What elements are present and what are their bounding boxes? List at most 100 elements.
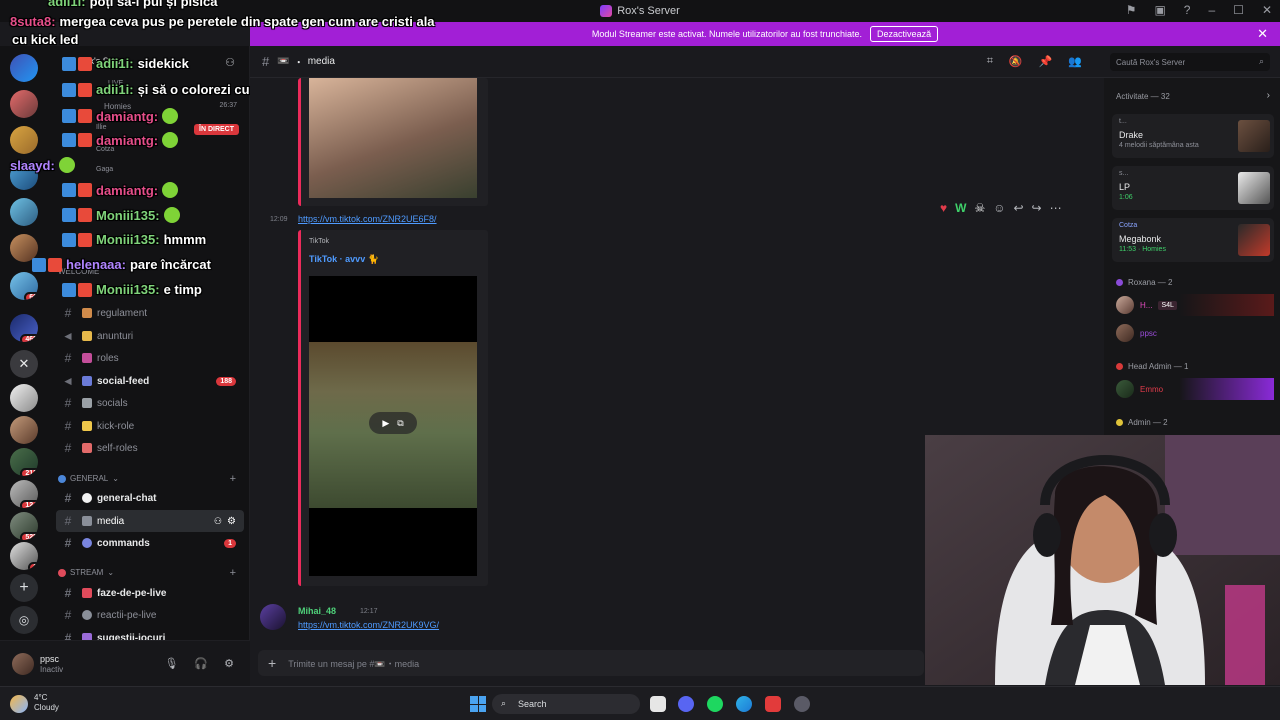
obs-icon[interactable] [794,696,810,712]
megaphone-icon: ◄ [62,329,74,343]
server-icon[interactable] [10,90,38,118]
webcam-feed [925,435,1280,685]
add-channel-icon[interactable]: + [230,473,236,485]
server-icon[interactable] [10,416,38,444]
channel-commands[interactable]: # commands 1 [56,532,244,554]
app-icon[interactable] [765,696,781,712]
video-thumbnail[interactable] [309,78,477,198]
play-icon: ▶ [382,417,390,428]
headphones-icon[interactable]: 🎧 [194,657,208,670]
channel-regulament[interactable]: # regulament [56,302,244,324]
message-link[interactable]: https://vm.tiktok.com/ZNR2UK9VG/ [298,620,439,630]
server-icon[interactable]: 465 [10,314,38,342]
video-player[interactable]: ▶ ⧉ [309,276,477,576]
overlay-chat-user: adii1i: [96,56,134,71]
discover-icon[interactable]: ◎ [10,606,38,634]
server-icon[interactable] [10,54,38,82]
channel-socials[interactable]: # socials [56,392,244,414]
server-icon[interactable]: 60 [10,272,38,300]
maximize-icon[interactable]: ☐ [1233,3,1244,17]
threads-icon[interactable]: ⌗ [987,55,993,68]
message-input[interactable]: + Trimite un mesaj pe #📼・media [258,650,924,676]
embed-title[interactable]: TikTok · avvv 🐈 [309,254,379,265]
member-item[interactable]: Emmo [1116,378,1274,400]
user-status: Inactiv [40,664,64,674]
channel-faze-de-pe-live[interactable]: # faze-de-pe-live [56,582,244,604]
avatar[interactable] [12,652,34,675]
category-stream[interactable]: STREAM ⌄ + [58,567,242,579]
avatar[interactable] [260,604,286,630]
user-panel: ppsc Inactiv 🎙 🎧 ⚙ [0,640,250,686]
disable-streamer-mode-button[interactable]: Dezactivează [870,26,939,42]
voice-user[interactable]: Gaga [96,166,113,173]
server-icon[interactable] [10,126,38,154]
member-list-icon[interactable]: 👥 [1068,55,1082,68]
weather-widget[interactable]: 4°C Cloudy [10,693,59,713]
heart-reaction-icon[interactable]: ♥ [940,201,947,215]
mute-bell-icon[interactable]: 🔕 [1009,55,1023,68]
window-title: Rox's Server [600,5,680,17]
screen-icon[interactable]: ▣ [1154,3,1165,17]
channel-reactii-pe-live[interactable]: # reactii-pe-live [56,604,244,626]
category-general[interactable]: GENERAL ⌄ + [58,473,242,485]
add-server-icon[interactable]: + [10,574,38,602]
server-icon[interactable]: 124 [10,480,38,508]
gear-icon[interactable]: ⚙ [224,657,234,670]
overlay-chat-line: slaayd: [10,157,75,173]
role-icon [1116,279,1123,286]
chevron-right-icon[interactable]: › [1267,90,1270,101]
gear-icon[interactable]: ⚙ [227,516,236,527]
add-attachment-icon[interactable]: + [268,655,276,671]
help-icon[interactable]: ? [1184,3,1191,17]
taskbar-search[interactable]: ⌕ Search [492,694,640,714]
channel-media[interactable]: # media ⚇ ⚙ [56,510,244,532]
pin-icon[interactable]: 📌 [1039,55,1053,68]
discord-icon[interactable] [678,696,694,712]
activity-card[interactable]: s... LP 1:06 [1112,166,1274,210]
add-channel-icon[interactable]: + [230,567,236,579]
more-icon[interactable]: ⋯ [1050,201,1062,215]
file-explorer-icon[interactable] [650,696,666,712]
close-window-icon[interactable]: ✕ [1262,3,1272,17]
inbox-icon[interactable]: ⚑ [1126,3,1137,17]
windows-start-icon[interactable] [470,696,486,712]
voice-user[interactable]: Illie [96,124,107,131]
message-author[interactable]: Mihai_48 [298,606,336,616]
add-member-icon[interactable]: ⚇ [214,516,222,527]
badge-icon [62,183,76,197]
channel-kick-role[interactable]: # kick-role [56,415,244,437]
channel-general-chat[interactable]: # general-chat [56,487,244,509]
server-icon[interactable] [10,384,38,412]
edge-icon[interactable] [736,696,752,712]
search-input[interactable]: Caută Rox's Server ⌕ [1110,53,1270,71]
activity-card[interactable]: t... Drake 4 melodii săptămâna asta [1112,114,1274,158]
activity-card[interactable]: Cotza Megabonk 11:53 · Homies [1112,218,1274,262]
minimize-icon[interactable]: – [1208,3,1215,17]
add-reaction-icon[interactable]: ☺ [993,201,1005,215]
server-icon[interactable]: 525 [10,512,38,540]
reply-icon[interactable]: ↩ [1013,201,1023,215]
channel-social-feed[interactable]: ◄ social-feed 188 [56,370,244,392]
server-icon[interactable]: 213 [10,448,38,476]
channel-anunturi[interactable]: ◄ anunturi [56,325,244,347]
forward-icon[interactable]: ↪ [1032,201,1042,215]
w-reaction-icon[interactable]: W [955,201,966,215]
invite-icon[interactable]: ⚇ [225,56,235,69]
channel-self-roles[interactable]: # self-roles [56,437,244,459]
close-banner-icon[interactable]: ✕ [1257,26,1268,42]
server-icon[interactable]: ✕ [10,350,38,378]
message-link[interactable]: https://vm.tiktok.com/ZNR2UE6F8/ [298,214,437,224]
microphone-icon[interactable]: 🎙 [164,657,178,670]
channel-label: media [97,515,125,527]
channel-roles[interactable]: # roles [56,347,244,369]
weather-condition: Cloudy [34,703,59,712]
server-icon[interactable] [10,198,38,226]
skull-reaction-icon[interactable]: ☠ [974,201,985,215]
member-item[interactable]: H... S4L [1116,294,1274,316]
user-info[interactable]: ppsc Inactiv [40,654,63,674]
role-group-label: Head Admin — 1 [1128,362,1189,371]
play-button[interactable]: ▶ ⧉ [369,412,417,434]
spotify-icon[interactable] [707,696,723,712]
member-item[interactable]: ppsc [1116,322,1274,344]
server-icon[interactable]: 1 [10,542,38,570]
